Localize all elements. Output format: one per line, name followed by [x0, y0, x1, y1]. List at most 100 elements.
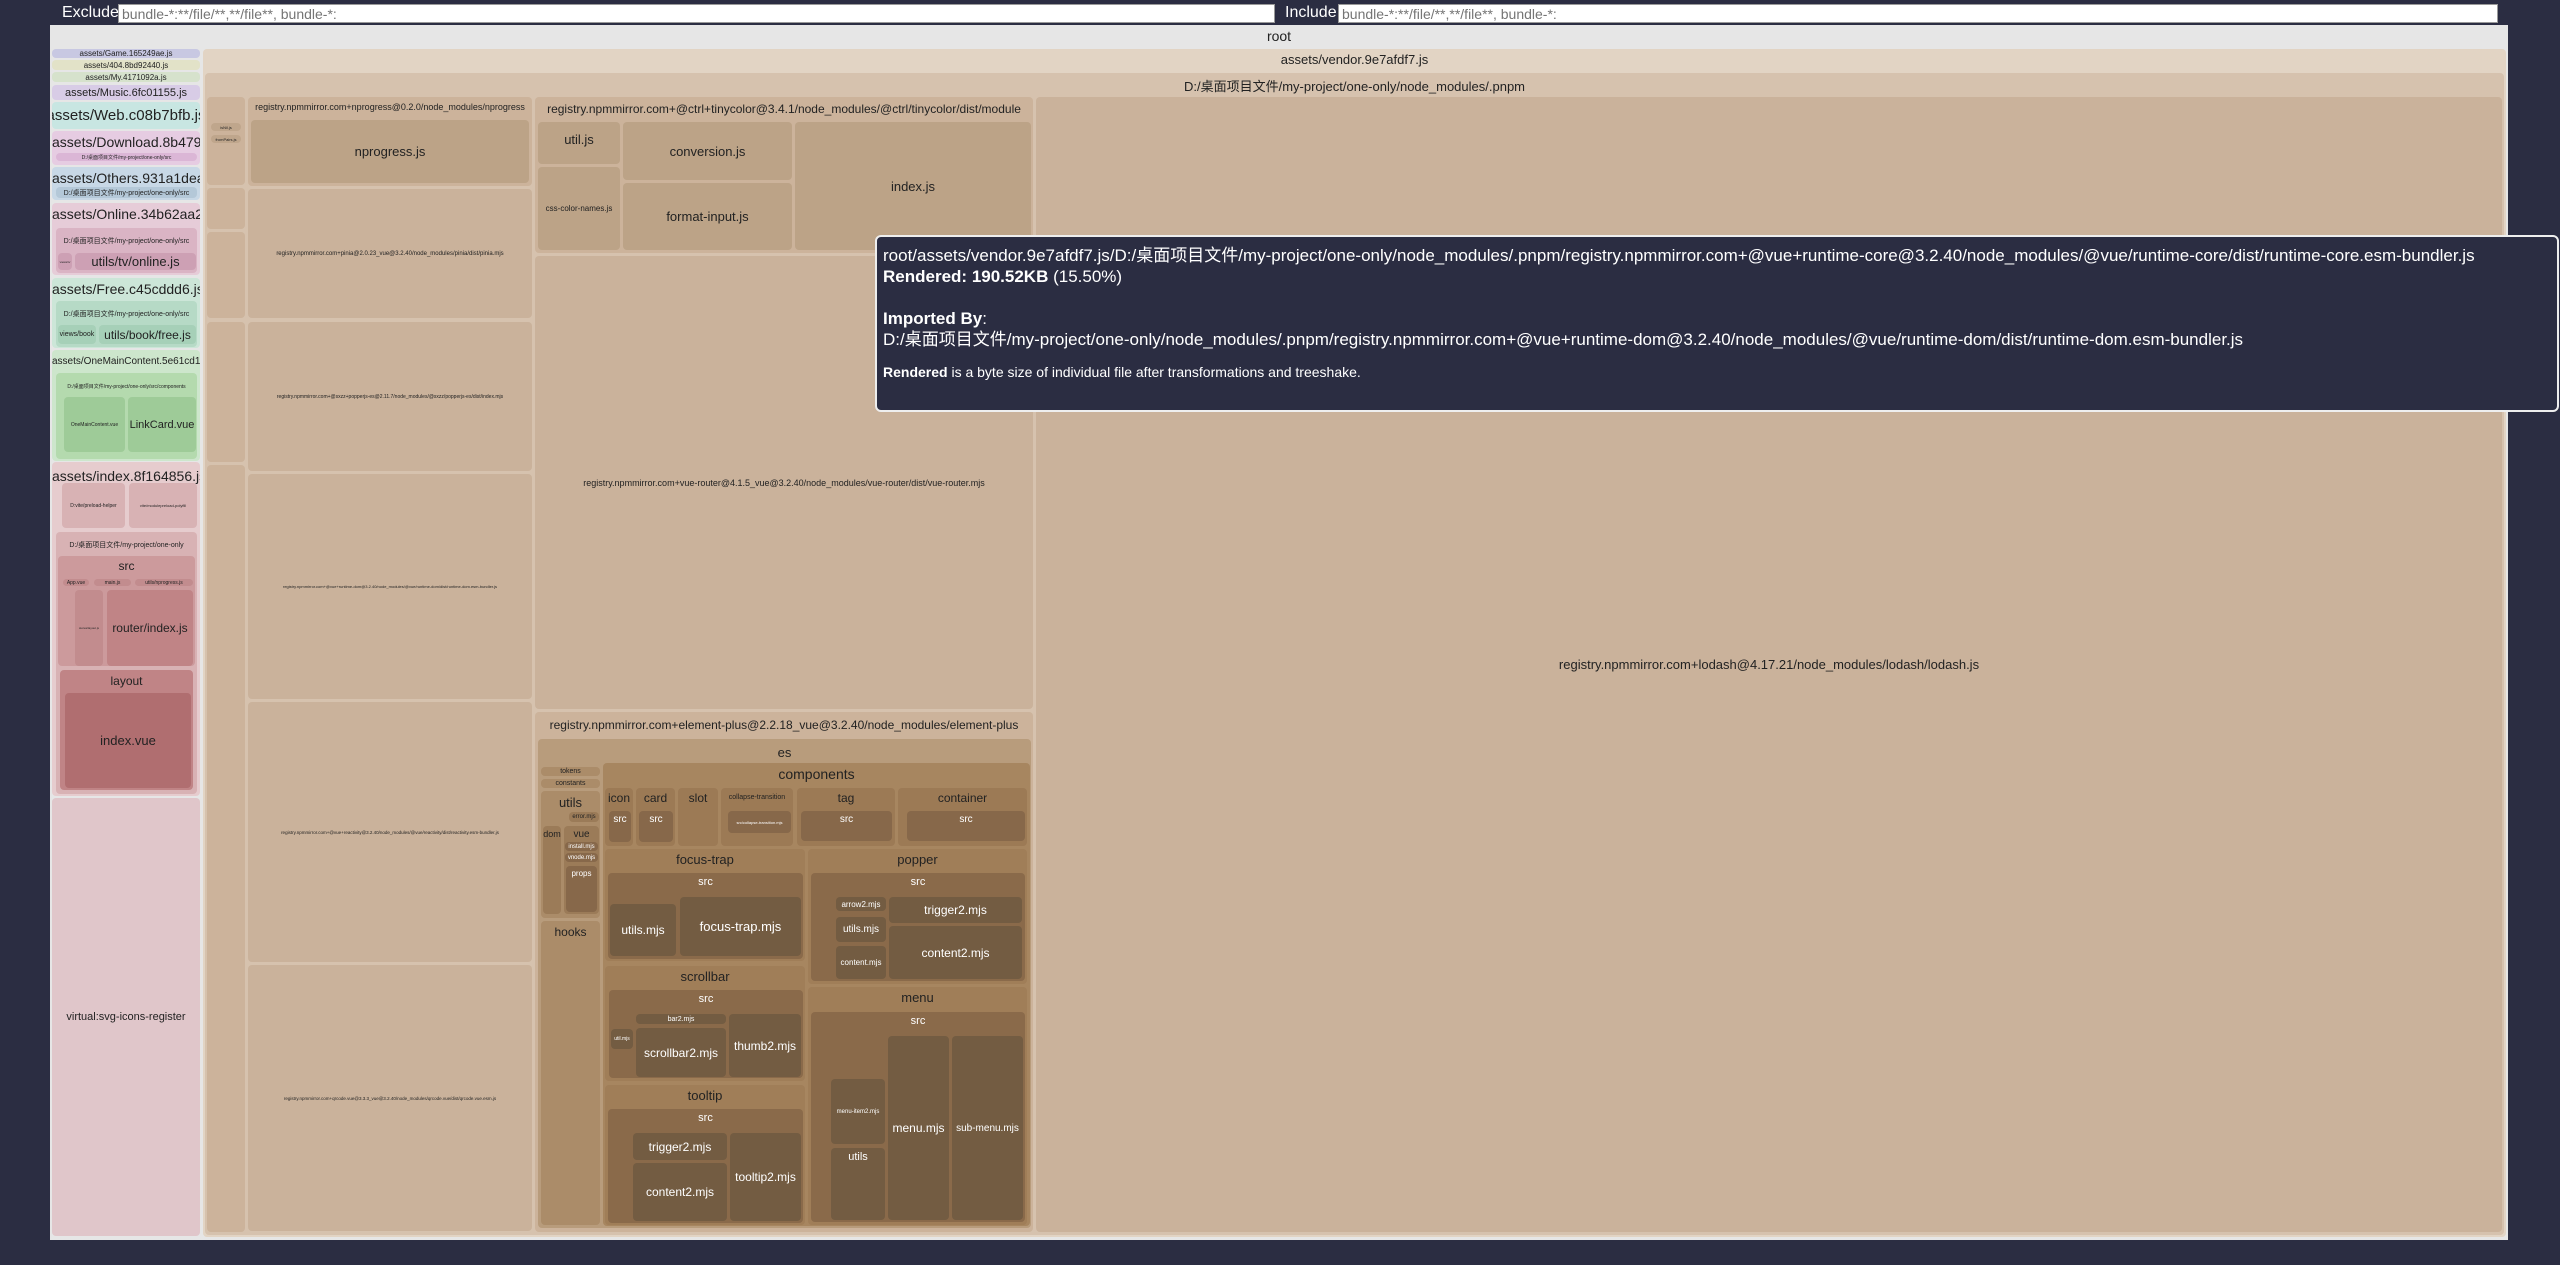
tooltip-trigger2-mjs[interactable]: trigger2.mjs: [633, 1133, 727, 1160]
online-views[interactable]: views/tv: [58, 253, 72, 270]
file-label: utils/nprogress.js: [145, 579, 183, 586]
folder-label: container: [937, 791, 988, 805]
small-module[interactable]: [207, 232, 245, 318]
tooltip-path: root/assets/vendor.9e7afdf7.js/D:/桌面项目文件…: [883, 246, 2475, 265]
app-vue[interactable]: App.vue: [63, 579, 89, 586]
chunk-label: assets/Download.8b479f4a.js: [52, 134, 200, 150]
free-views[interactable]: views/book: [58, 325, 96, 344]
bar2-mjs[interactable]: bar2.mjs: [636, 1014, 726, 1024]
folder-label: D:/桌面项目文件/my-project/one-only/node_modul…: [1183, 79, 1526, 94]
tag-src[interactable]: src: [801, 811, 892, 841]
scrollbar2-mjs[interactable]: scrollbar2.mjs: [636, 1028, 726, 1077]
qrcode-module[interactable]: registry.npmmirror.com+qrcode.vue@3.3.3_…: [248, 965, 532, 1231]
package-label: registry.npmmirror.com+element-plus@2.2.…: [549, 718, 1019, 732]
pinia-module[interactable]: registry.npmmirror.com+pinia@2.0.23_vue@…: [248, 189, 532, 318]
folder-label: src: [959, 814, 973, 825]
slot-folder[interactable]: slot: [678, 788, 718, 846]
focus-trap-mjs[interactable]: focus-trap.mjs: [680, 897, 801, 956]
scrollbar-util-mjs[interactable]: util.mjs: [611, 1029, 633, 1049]
module-label: registry.npmmirror.com+qrcode.vue@3.3.3_…: [283, 1095, 497, 1101]
chunk-music[interactable]: assets/Music.6fc01155.js: [52, 85, 200, 100]
small-module[interactable]: [207, 188, 245, 229]
chunk-label: assets/Game.165249ae.js: [79, 49, 173, 58]
exclude-input[interactable]: [118, 4, 1275, 23]
small-module[interactable]: [207, 465, 245, 1232]
format-input-js[interactable]: format-input.js: [623, 183, 792, 250]
stores-layout[interactable]: stores/layout.js: [75, 590, 103, 666]
modulepreload-polyfill[interactable]: vite/modulepreload-polyfill: [129, 483, 197, 528]
sub-menu-mjs[interactable]: sub-menu.mjs: [952, 1036, 1023, 1220]
install-mjs[interactable]: install.mjs: [565, 842, 598, 851]
popper-trigger2-mjs[interactable]: trigger2.mjs: [889, 897, 1022, 923]
util-js[interactable]: util.js: [538, 122, 620, 164]
isnil-js[interactable]: isNil.js: [211, 123, 241, 131]
folder-label: collapse-transition: [728, 794, 786, 801]
tooltip2-mjs[interactable]: tooltip2.mjs: [730, 1133, 801, 1221]
nprogress-js[interactable]: nprogress.js: [251, 120, 529, 183]
chunk-game[interactable]: assets/Game.165249ae.js: [52, 49, 200, 58]
hooks-folder[interactable]: hooks: [541, 921, 600, 1225]
folder-label: constants: [555, 780, 586, 787]
icon-src[interactable]: src: [609, 811, 631, 842]
file-label: utils.mjs: [842, 924, 880, 935]
chunk-404[interactable]: assets/404.8bd92440.js: [52, 60, 200, 70]
module-label: registry.npmmirror.com+@vue+reactivity@3…: [281, 829, 499, 835]
folder-label: icon: [607, 791, 630, 805]
popperjs-module[interactable]: registry.npmmirror.com+@sxzz+popperjs-es…: [248, 322, 532, 471]
router-index[interactable]: router/index.js: [107, 590, 193, 666]
container-src[interactable]: src: [907, 811, 1025, 841]
frompairs-js[interactable]: fromPairs.js: [211, 135, 241, 143]
file-label: trigger2.mjs: [648, 1139, 712, 1154]
chunk-label: assets/Music.6fc01155.js: [64, 86, 188, 99]
props-folder[interactable]: props: [566, 866, 597, 912]
nprogress-util[interactable]: utils/nprogress.js: [135, 579, 193, 586]
runtime-dom-module[interactable]: registry.npmmirror.com+@vue+runtime-dom@…: [248, 474, 532, 699]
arrow2-mjs[interactable]: arrow2.mjs: [836, 897, 886, 911]
layout-index-vue[interactable]: index.vue: [65, 693, 191, 788]
constants-folder[interactable]: constants: [541, 779, 600, 788]
online-file[interactable]: utils/tv/online.js: [75, 253, 196, 270]
focus-trap-utils[interactable]: utils.mjs: [610, 904, 676, 956]
chunk-web[interactable]: assets/Web.c08b7bfb.js: [52, 102, 200, 129]
card-src[interactable]: src: [639, 811, 673, 842]
tokens-folder[interactable]: tokens: [541, 767, 600, 776]
collapse-transition-file[interactable]: src/collapse-transition.mjs: [728, 811, 791, 833]
file-label: App.vue: [66, 579, 86, 586]
css-color-names-js[interactable]: css-color-names.js: [538, 167, 620, 250]
popper-utils-mjs[interactable]: utils.mjs: [836, 917, 886, 942]
file-label: utils/book/free.js: [104, 327, 191, 342]
main-js[interactable]: main.js: [94, 579, 131, 586]
package-label: registry.npmmirror.com+nprogress@0.2.0/n…: [255, 102, 525, 112]
reactivity-module[interactable]: registry.npmmirror.com+@vue+reactivity@3…: [248, 702, 532, 962]
vnode-mjs[interactable]: vnode.mjs: [565, 853, 598, 862]
chunk-svg-icons[interactable]: virtual:svg-icons-register: [52, 798, 200, 1236]
folder-label: tooltip: [687, 1088, 723, 1103]
menu-utils-folder[interactable]: utils: [831, 1148, 885, 1220]
folder-label: src: [118, 559, 135, 573]
linkcard-vue[interactable]: LinkCard.vue: [128, 397, 196, 452]
conversion-js[interactable]: conversion.js: [623, 122, 792, 180]
others-src[interactable]: D:/桌面项目文件/my-project/one-only/src: [56, 187, 197, 198]
small-module[interactable]: [207, 322, 245, 462]
onemain-vue[interactable]: OneMainContent.vue: [64, 397, 125, 452]
file-label: vnode.mjs: [567, 854, 596, 861]
menu-item2-mjs[interactable]: menu-item2.mjs: [831, 1079, 885, 1144]
content-mjs[interactable]: content.mjs: [836, 946, 886, 979]
thumb2-mjs[interactable]: thumb2.mjs: [729, 1014, 801, 1077]
free-file[interactable]: utils/book/free.js: [99, 325, 196, 344]
file-label: scrollbar2.mjs: [643, 1045, 718, 1060]
tooltip-imported-path: D:/桌面项目文件/my-project/one-only/node_modul…: [883, 330, 2244, 349]
file-label: format-input.js: [666, 209, 749, 224]
tooltip-content2-mjs[interactable]: content2.mjs: [633, 1163, 727, 1221]
hover-tooltip: root/assets/vendor.9e7afdf7.js/D:/桌面项目文件…: [875, 235, 2559, 412]
download-src[interactable]: D:/桌面项目文件/my-project/one-only/src: [56, 153, 197, 161]
tinycolor-index-js[interactable]: index.js: [795, 122, 1031, 250]
dom-folder[interactable]: dom: [543, 826, 561, 914]
folder-label: src: [910, 1015, 926, 1027]
menu-mjs[interactable]: menu.mjs: [888, 1036, 949, 1220]
popper-content2-mjs[interactable]: content2.mjs: [889, 926, 1022, 979]
include-input[interactable]: [1338, 4, 2498, 23]
chunk-my[interactable]: assets/My.4171092a.js: [52, 72, 200, 82]
preload-helper[interactable]: D:vite/preload-helper: [62, 483, 125, 528]
error-mjs[interactable]: error.mjs: [569, 812, 599, 822]
